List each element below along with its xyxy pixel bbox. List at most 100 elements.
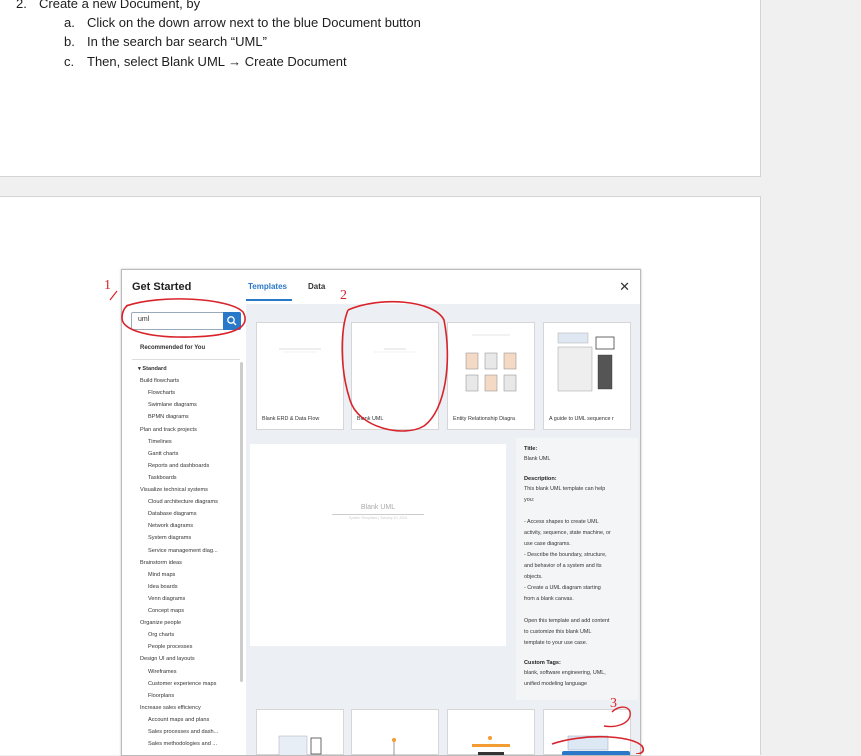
template-card[interactable] <box>543 709 631 755</box>
preview-divider <box>332 514 424 515</box>
info-description-line: Open this template and add content <box>524 618 610 624</box>
template-label: Blank UML <box>357 416 384 422</box>
sidebar-item[interactable]: Gantt charts <box>148 451 178 457</box>
step-number: 2. <box>16 0 27 11</box>
sidebar-scrollbar[interactable] <box>240 362 243 682</box>
info-description-line: to customize this blank UML <box>524 629 592 635</box>
template-thumbnail <box>278 735 322 755</box>
info-description-line: This blank UML template can help <box>524 486 606 492</box>
template-thumbnail <box>472 736 510 755</box>
template-label: A guide to UML sequence r <box>549 416 614 422</box>
template-preview: Blank UML System Templates | January 10,… <box>250 444 506 646</box>
sidebar-item[interactable]: Sales processes and dash... <box>148 729 218 735</box>
sidebar-item[interactable]: Org charts <box>148 632 174 638</box>
search-value: uml <box>138 316 150 323</box>
sidebar-item[interactable]: Network diagrams <box>148 523 193 529</box>
info-description-line: - Describe the boundary, structure, <box>524 552 607 558</box>
sidebar-item[interactable]: Mind maps <box>148 572 175 578</box>
template-label: Entity Relationship Diagra <box>453 416 516 422</box>
document-page-top: 2. Create a new Document, by a. Click on… <box>0 0 761 177</box>
tab-data[interactable]: Data <box>308 282 325 291</box>
template-card-blank-uml[interactable]: Blank UML <box>351 322 439 430</box>
sidebar-item[interactable]: ▾ Standard <box>138 366 167 372</box>
sidebar-item[interactable]: Increase sales efficiency <box>140 705 201 711</box>
info-title-label: Title: <box>524 446 538 452</box>
template-thumbnail <box>279 348 321 353</box>
sidebar-item[interactable]: Organize people <box>140 620 181 626</box>
sidebar-item[interactable]: Swimlane diagrams <box>148 402 197 408</box>
sidebar-item[interactable]: Floorplans <box>148 693 174 699</box>
preview-title: Blank UML <box>360 504 396 511</box>
search-button[interactable] <box>223 312 241 330</box>
sidebar-item[interactable]: Account maps and plans <box>148 717 209 723</box>
sidebar-item[interactable]: Design UI and layouts <box>140 656 195 662</box>
template-card[interactable] <box>256 709 344 755</box>
annotation-number-3: 3 <box>610 696 617 711</box>
sidebar-item[interactable]: Build flowcharts <box>140 378 179 384</box>
info-tags-line-2: unified modeling language <box>524 681 587 687</box>
info-tags-label: Custom Tags: <box>524 660 561 666</box>
sidebar-item[interactable]: Reports and dashboards <box>148 463 209 469</box>
sidebar-item[interactable]: Wireframes <box>148 669 177 675</box>
close-icon[interactable]: ✕ <box>619 279 630 295</box>
sidebar-item[interactable]: System diagrams <box>148 535 191 541</box>
info-description-line: and behavior of a system and its <box>524 563 602 569</box>
list-item-a: Click on the down arrow next to the blue… <box>87 15 421 30</box>
step-title: Create a new Document, by <box>39 0 201 11</box>
info-description-line: you: <box>524 497 535 503</box>
info-description-line: activity, sequence, state machine, or <box>524 530 611 536</box>
sidebar-item[interactable]: BPMN diagrams <box>148 414 189 420</box>
list-item-b: In the search bar search “UML” <box>87 34 267 49</box>
info-description-line: objects. <box>524 574 543 580</box>
recommended-heading[interactable]: Recommended for You <box>140 345 205 351</box>
info-description-line: template to your use case. <box>524 640 588 646</box>
category-list: ▾ Standard Build flowcharts Flowcharts Swim… <box>122 366 242 755</box>
dialog-title: Get Started <box>132 281 192 293</box>
sidebar-item[interactable]: Venn diagrams <box>148 596 185 602</box>
template-card-erd[interactable]: Entity Relationship Diagra <box>447 322 535 430</box>
sidebar-item[interactable]: Taskboards <box>148 475 177 481</box>
sidebar-item[interactable]: Flowcharts <box>148 390 175 396</box>
template-thumbnail <box>392 738 396 755</box>
info-description-line: - Create a UML diagram starting <box>524 585 601 591</box>
sidebar-item[interactable]: Plan and track projects <box>140 427 197 433</box>
sidebar-divider <box>132 359 240 360</box>
search-input[interactable]: uml <box>131 312 241 330</box>
active-tab-indicator <box>246 299 292 301</box>
tab-templates[interactable]: Templates <box>248 282 287 291</box>
sidebar-item[interactable]: Sales methodologies and ... <box>148 741 217 747</box>
template-card[interactable] <box>447 709 535 755</box>
info-description-line: use case diagrams. <box>524 541 571 547</box>
sidebar-item[interactable]: Timelines <box>148 439 172 445</box>
template-thumbnail <box>567 735 609 755</box>
annotation-number-2: 2 <box>340 288 347 303</box>
templates-panel: Blank ERD & Data Flow Blank UML Entity R… <box>246 304 640 755</box>
info-description-line: from a blank canvas. <box>524 596 574 602</box>
info-description-label: Description: <box>524 476 557 482</box>
list-marker-a: a. <box>64 15 75 30</box>
sidebar-item[interactable]: Brainstorm ideas <box>140 560 182 566</box>
sidebar-item[interactable]: Idea boards <box>148 584 178 590</box>
sidebar-item[interactable]: Visualize technical systems <box>140 487 208 493</box>
template-label: Blank ERD & Data Flow <box>262 416 320 422</box>
template-thumbnail <box>374 348 416 353</box>
sidebar-item[interactable]: Concept maps <box>148 608 184 614</box>
info-tags-line-1: blank, software engineering, UML, <box>524 670 606 676</box>
template-info-panel: Title: Blank UML Description: This blank… <box>516 438 638 700</box>
list-marker-b: b. <box>64 34 75 49</box>
sidebar-item[interactable]: People processes <box>148 644 192 650</box>
info-description-line: - Access shapes to create UML <box>524 519 599 525</box>
sidebar-item[interactable]: Database diagrams <box>148 511 197 517</box>
get-started-dialog: Get Started Templates Data ✕ uml Recomme… <box>121 269 641 756</box>
template-card-blank-erd[interactable]: Blank ERD & Data Flow <box>256 322 344 430</box>
template-card-uml-sequence[interactable]: A guide to UML sequence r <box>543 322 631 430</box>
sidebar-item[interactable]: Customer experience maps <box>148 681 216 687</box>
preview-subtitle: System Templates | January 10, 2023 <box>348 516 408 520</box>
template-card[interactable] <box>351 709 439 755</box>
template-thumbnail <box>557 332 615 392</box>
sidebar-item[interactable]: Cloud architecture diagrams <box>148 499 218 505</box>
search-icon <box>227 316 237 326</box>
annotation-number-1: 1 <box>104 278 111 293</box>
sidebar-item[interactable]: Service management diag... <box>148 548 218 554</box>
template-thumbnail <box>465 334 517 392</box>
